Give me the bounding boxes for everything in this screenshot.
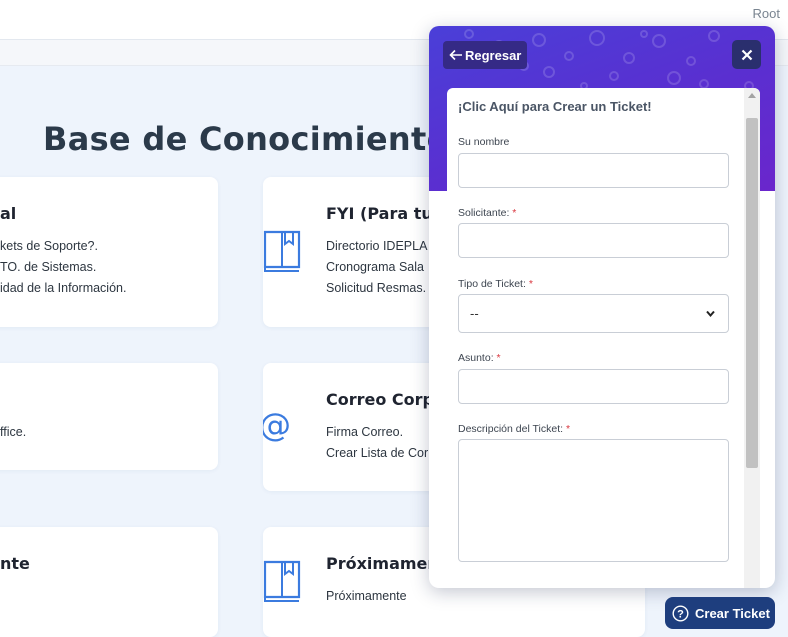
name-input[interactable] (458, 153, 729, 188)
card-link[interactable]: Directorio IDEPLA (326, 239, 427, 253)
field-label-solicitante: Solicitante: * (458, 207, 517, 219)
kb-card[interactable]: al kets de Soporte?. TO. de Sistemas. id… (0, 177, 218, 327)
back-button-label: Regresar (465, 47, 522, 63)
field-label-nombre: Su nombre (458, 136, 510, 148)
ticket-type-value: -- (470, 306, 479, 321)
ticket-panel: Regresar ¡Clic Aquí para Crear un Ticket… (429, 26, 775, 588)
field-label-descripcion: Descripción del Ticket: * (458, 423, 571, 435)
kb-card[interactable]: nte (0, 527, 218, 637)
description-textarea[interactable] (458, 439, 729, 562)
close-button[interactable] (732, 40, 761, 69)
requester-input[interactable] (458, 223, 729, 258)
page-title: Base de Conocimientos (43, 120, 469, 158)
card-title: Próximamer (326, 554, 436, 573)
card-link[interactable]: ffice. (0, 425, 26, 439)
help-circle-icon: ? (672, 604, 689, 622)
book-icon (263, 559, 303, 608)
ticket-form: ¡Clic Aquí para Crear un Ticket! Su nomb… (447, 88, 760, 588)
at-sign-icon: @ (263, 406, 291, 447)
close-icon (741, 49, 752, 60)
kb-card[interactable]: ffice. (0, 363, 218, 470)
svg-text:?: ? (677, 608, 684, 620)
form-heading: ¡Clic Aquí para Crear un Ticket! (458, 99, 652, 114)
create-ticket-label: Crear Ticket (695, 605, 770, 621)
card-link[interactable]: idad de la Información. (0, 281, 126, 295)
card-title: nte (0, 554, 30, 573)
user-menu[interactable]: Root (753, 6, 780, 21)
card-link[interactable]: Firma Correo. (326, 425, 403, 439)
card-link[interactable]: kets de Soporte?. (0, 239, 98, 253)
subject-input[interactable] (458, 369, 729, 404)
card-title: FYI (Para tu (326, 204, 433, 223)
svg-text:@: @ (263, 408, 289, 442)
arrow-left-icon (449, 49, 462, 61)
card-link[interactable]: Cronograma Sala (326, 260, 424, 274)
create-ticket-button[interactable]: ? Crear Ticket (665, 597, 775, 629)
card-link[interactable]: Próximamente (326, 589, 407, 603)
card-title: Correo Corpo (326, 390, 445, 409)
form-scrollbar[interactable] (744, 88, 760, 588)
back-button[interactable]: Regresar (443, 41, 528, 69)
card-title: al (0, 204, 17, 223)
required-marker: * (565, 423, 571, 435)
card-link[interactable]: Solicitud Resmas. (326, 281, 426, 295)
card-link[interactable]: TO. de Sistemas. (0, 260, 96, 274)
required-marker: * (512, 207, 517, 219)
required-marker: * (496, 352, 501, 364)
chevron-down-icon (706, 310, 715, 318)
required-marker: * (528, 278, 533, 290)
scroll-up-icon[interactable] (748, 92, 756, 98)
field-label-tipo: Tipo de Ticket: * (458, 278, 533, 290)
scrollbar-thumb[interactable] (746, 118, 758, 468)
card-link[interactable]: Crear Lista de Cor (326, 446, 428, 460)
ticket-type-select[interactable]: -- (458, 294, 729, 333)
field-label-asunto: Asunto: * (458, 352, 501, 364)
book-icon (263, 229, 303, 278)
